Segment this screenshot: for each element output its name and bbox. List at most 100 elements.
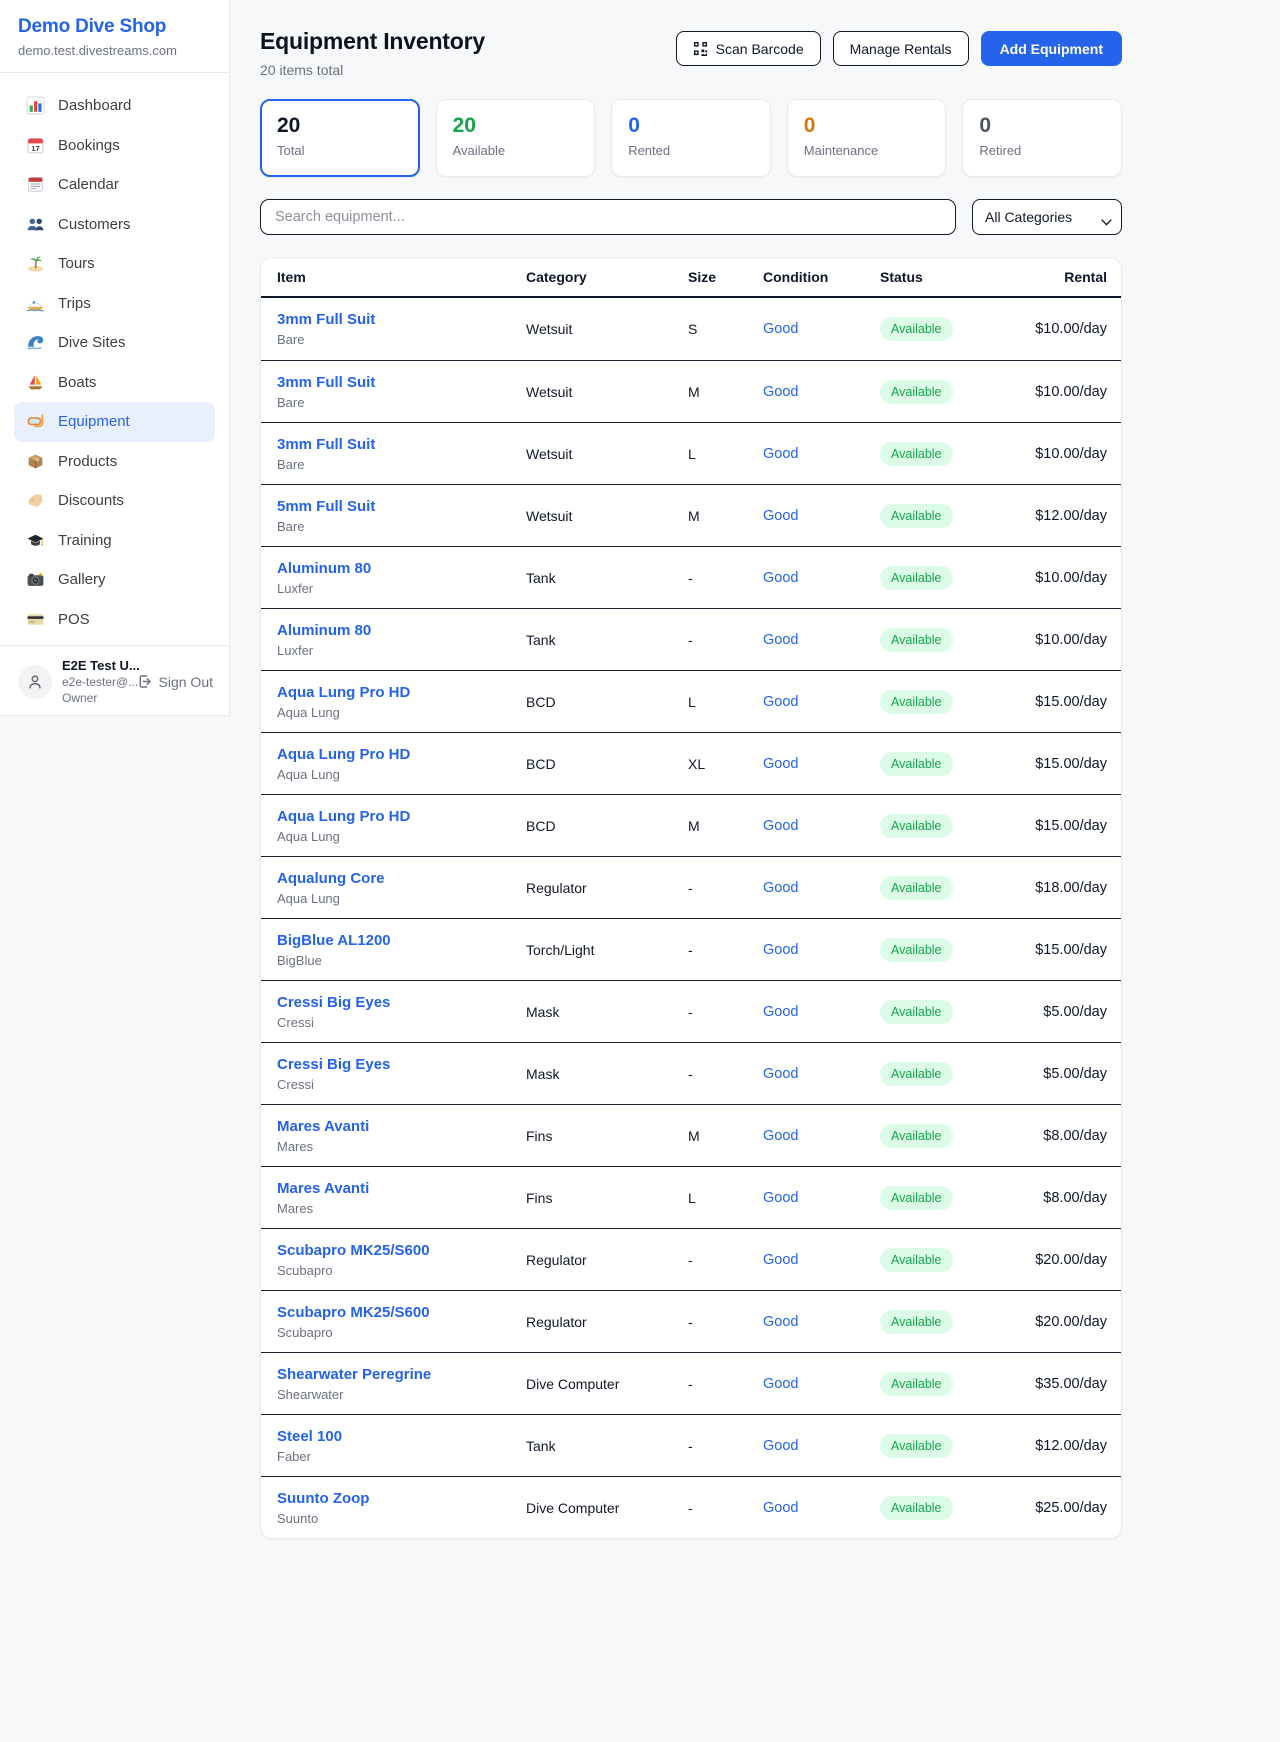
scan-barcode-button[interactable]: Scan Barcode <box>676 31 821 66</box>
category-select[interactable]: All Categories <box>972 199 1122 235</box>
category-cell: Tank <box>526 1438 688 1454</box>
condition-link[interactable]: Good <box>763 1500 880 1516</box>
add-equipment-button[interactable]: Add Equipment <box>981 31 1122 66</box>
sidebar-item-boats[interactable]: Boats <box>14 363 215 403</box>
category-cell: BCD <box>526 756 688 772</box>
sidebar-item-equipment[interactable]: Equipment <box>14 402 215 442</box>
category-cell: Fins <box>526 1190 688 1206</box>
item-name-link[interactable]: Scubapro MK25/S600 <box>277 1304 526 1321</box>
item-name-link[interactable]: Cressi Big Eyes <box>277 994 526 1011</box>
item-name-link[interactable]: Aluminum 80 <box>277 622 526 639</box>
sidebar-item-pos[interactable]: POS <box>14 600 215 640</box>
sidebar-item-discounts[interactable]: Discounts <box>14 481 215 521</box>
condition-link[interactable]: Good <box>763 446 880 462</box>
stat-card-retired[interactable]: 0Retired <box>962 99 1122 177</box>
condition-link[interactable]: Good <box>763 1438 880 1454</box>
manage-rentals-label: Manage Rentals <box>850 41 952 57</box>
item-name-link[interactable]: Aqua Lung Pro HD <box>277 808 526 825</box>
condition-link[interactable]: Good <box>763 1128 880 1144</box>
sidebar-item-label: Equipment <box>58 413 130 430</box>
sidebar-item-training[interactable]: Training <box>14 521 215 561</box>
condition-link[interactable]: Good <box>763 756 880 772</box>
grad-cap-icon <box>26 531 45 550</box>
item-name-link[interactable]: 5mm Full Suit <box>277 498 526 515</box>
condition-link[interactable]: Good <box>763 942 880 958</box>
condition-link[interactable]: Good <box>763 1190 880 1206</box>
condition-link[interactable]: Good <box>763 321 880 337</box>
stat-card-maintenance[interactable]: 0Maintenance <box>787 99 947 177</box>
table-row: Aluminum 80LuxferTank-GoodAvailable$10.0… <box>261 608 1121 670</box>
status-badge: Available <box>880 1000 953 1024</box>
condition-link[interactable]: Good <box>763 1004 880 1020</box>
sign-out-label: Sign Out <box>159 674 213 690</box>
sign-out-button[interactable]: Sign Out <box>136 673 213 690</box>
table-row: Cressi Big EyesCressiMask-GoodAvailable$… <box>261 1042 1121 1104</box>
sidebar-item-bookings[interactable]: 17Bookings <box>14 126 215 166</box>
item-name-link[interactable]: Mares Avanti <box>277 1180 526 1197</box>
condition-link[interactable]: Good <box>763 880 880 896</box>
item-name-link[interactable]: BigBlue AL1200 <box>277 932 526 949</box>
condition-link[interactable]: Good <box>763 570 880 586</box>
condition-link[interactable]: Good <box>763 384 880 400</box>
search-input[interactable] <box>260 199 956 235</box>
sidebar-item-calendar[interactable]: Calendar <box>14 165 215 205</box>
sidebar-item-label: Customers <box>58 216 131 233</box>
stat-card-total[interactable]: 20Total <box>260 99 420 177</box>
sidebar-item-customers[interactable]: Customers <box>14 205 215 245</box>
rental-cell: $8.00/day <box>997 1190 1107 1206</box>
condition-link[interactable]: Good <box>763 818 880 834</box>
sidebar-item-tours[interactable]: Tours <box>14 244 215 284</box>
sidebar-item-gallery[interactable]: Gallery <box>14 560 215 600</box>
item-name-link[interactable]: Mares Avanti <box>277 1118 526 1135</box>
category-cell: Fins <box>526 1128 688 1144</box>
item-cell: Steel 100Faber <box>277 1428 526 1464</box>
manage-rentals-button[interactable]: Manage Rentals <box>833 31 969 66</box>
sidebar-item-label: Boats <box>58 374 96 391</box>
rental-cell: $10.00/day <box>997 570 1107 586</box>
condition-link[interactable]: Good <box>763 508 880 524</box>
rental-cell: $25.00/day <box>997 1500 1107 1516</box>
stat-card-rented[interactable]: 0Rented <box>611 99 771 177</box>
item-name-link[interactable]: Scubapro MK25/S600 <box>277 1242 526 1259</box>
sidebar-item-dashboard[interactable]: Dashboard <box>14 86 215 126</box>
size-cell: - <box>688 1500 763 1516</box>
barcode-scan-icon <box>693 41 708 56</box>
item-name-link[interactable]: 3mm Full Suit <box>277 436 526 453</box>
scan-barcode-label: Scan Barcode <box>716 41 804 57</box>
item-name-link[interactable]: Aqua Lung Pro HD <box>277 746 526 763</box>
bar-chart-icon <box>26 96 45 115</box>
column-header-category: Category <box>526 269 688 285</box>
item-brand: Bare <box>277 395 526 410</box>
status-cell: Available <box>880 504 997 528</box>
condition-link[interactable]: Good <box>763 1066 880 1082</box>
item-name-link[interactable]: Steel 100 <box>277 1428 526 1445</box>
status-badge: Available <box>880 876 953 900</box>
condition-link[interactable]: Good <box>763 632 880 648</box>
brand-name[interactable]: Demo Dive Shop <box>18 16 211 38</box>
size-cell: - <box>688 880 763 896</box>
item-name-link[interactable]: Shearwater Peregrine <box>277 1366 526 1383</box>
item-name-link[interactable]: Suunto Zoop <box>277 1490 526 1507</box>
item-name-link[interactable]: Aqua Lung Pro HD <box>277 684 526 701</box>
stat-card-available[interactable]: 20Available <box>436 99 596 177</box>
credit-card-icon <box>26 610 45 629</box>
item-name-link[interactable]: 3mm Full Suit <box>277 374 526 391</box>
item-name-link[interactable]: 3mm Full Suit <box>277 311 526 328</box>
item-name-link[interactable]: Cressi Big Eyes <box>277 1056 526 1073</box>
item-name-link[interactable]: Aluminum 80 <box>277 560 526 577</box>
brand: Demo Dive Shop demo.test.divestreams.com <box>0 0 229 72</box>
condition-link[interactable]: Good <box>763 1252 880 1268</box>
table-row: Mares AvantiMaresFinsMGoodAvailable$8.00… <box>261 1104 1121 1166</box>
rental-cell: $15.00/day <box>997 942 1107 958</box>
status-badge: Available <box>880 1434 953 1458</box>
condition-link[interactable]: Good <box>763 694 880 710</box>
sidebar-item-dive-sites[interactable]: Dive Sites <box>14 323 215 363</box>
status-cell: Available <box>880 442 997 466</box>
sidebar-item-products[interactable]: Products <box>14 442 215 482</box>
condition-link[interactable]: Good <box>763 1376 880 1392</box>
item-brand: BigBlue <box>277 953 526 968</box>
item-cell: Shearwater PeregrineShearwater <box>277 1366 526 1402</box>
condition-link[interactable]: Good <box>763 1314 880 1330</box>
sidebar-item-trips[interactable]: Trips <box>14 284 215 324</box>
item-name-link[interactable]: Aqualung Core <box>277 870 526 887</box>
